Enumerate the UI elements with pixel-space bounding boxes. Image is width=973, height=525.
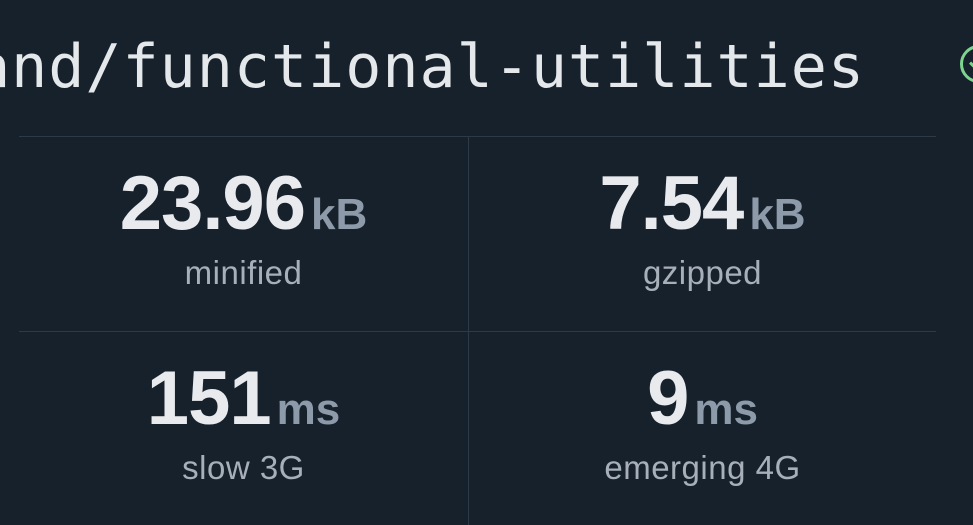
slow-3g-unit: ms [276, 385, 341, 434]
gzipped-size-value: 7.54 [599, 161, 744, 246]
package-name: and/functional-utilities [0, 32, 865, 102]
slow-3g-value-line: 151 ms [19, 359, 468, 439]
stats-row-divider [19, 331, 936, 332]
minified-size-value: 23.96 [119, 161, 306, 246]
minified-size-label: minified [184, 254, 303, 291]
minified-size-unit: kB [310, 190, 368, 239]
emerging-4g-unit: ms [694, 385, 758, 434]
bundle-stats-grid: 23.96 kB minified 7.54 kB gzipped 151 ms sl… [19, 136, 936, 525]
gzipped-size-value-line: 7.54 kB [469, 164, 936, 244]
emerging-4g-label: emerging 4G [604, 449, 801, 486]
gzipped-size-label: gzipped [642, 254, 763, 291]
package-title-row: and/functional-utilities [0, 0, 973, 136]
gzipped-size-unit: kB [749, 190, 806, 239]
slow-3g-label: slow 3G [182, 449, 305, 486]
emerging-4g-value-line: 9 ms [469, 359, 936, 439]
check-circle-icon [960, 45, 973, 83]
emerging-4g-value: 9 [647, 356, 689, 441]
minified-size-value-line: 23.96 kB [19, 164, 468, 244]
slow-3g-value: 151 [146, 356, 272, 441]
